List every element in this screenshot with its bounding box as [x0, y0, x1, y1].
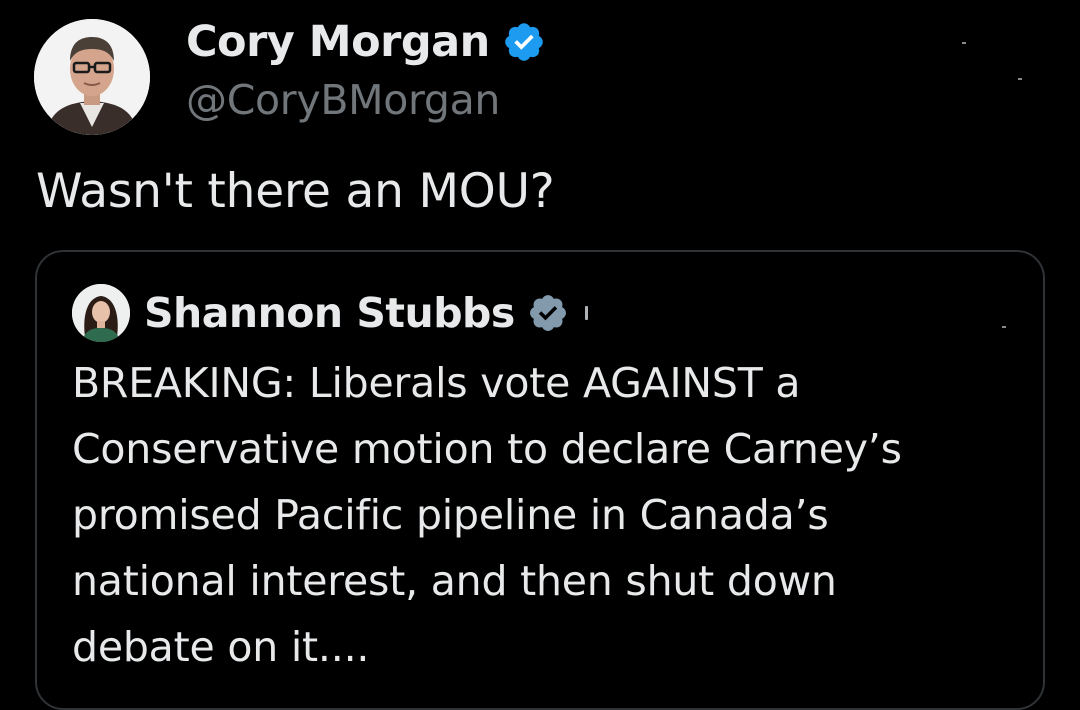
quoted-tweet-text: BREAKING: Liberals vote AGAINST a Conser… [72, 350, 1032, 680]
author-avatar[interactable] [34, 19, 150, 135]
tweet[interactable]: Cory Morgan @CoryBMorgan Wasn't there an… [0, 0, 1080, 710]
author-handle[interactable]: @CoryBMorgan [186, 76, 500, 124]
edge-artifact [1018, 78, 1022, 80]
quoted-text-line: national interest, and then shut down [72, 557, 837, 605]
edge-artifact [1002, 326, 1006, 328]
quoted-author-name[interactable]: Shannon Stubbs [144, 289, 515, 337]
verified-badge-icon [529, 295, 566, 331]
verified-badge-icon [504, 23, 543, 61]
quoted-text-line: Conservative motion to declare Carney’s [72, 425, 902, 473]
separator-mark [584, 306, 588, 320]
quoted-tweet-card[interactable]: Shannon Stubbs BREAKING: Liberals vote A… [35, 250, 1045, 710]
quoted-text-line: promised Pacific pipeline in Canada’s [72, 491, 829, 539]
quoted-tweet-header: Shannon Stubbs [72, 282, 588, 344]
quoted-author-avatar[interactable] [72, 284, 130, 342]
quoted-text-line: BREAKING: Liberals vote AGAINST a [72, 359, 801, 407]
edge-artifact [962, 42, 966, 44]
author-name[interactable]: Cory Morgan [186, 17, 490, 67]
tweet-text: Wasn't there an MOU? [36, 164, 555, 219]
quoted-text-line: debate on it.... [72, 623, 370, 671]
author-name-row[interactable]: Cory Morgan [186, 14, 546, 70]
